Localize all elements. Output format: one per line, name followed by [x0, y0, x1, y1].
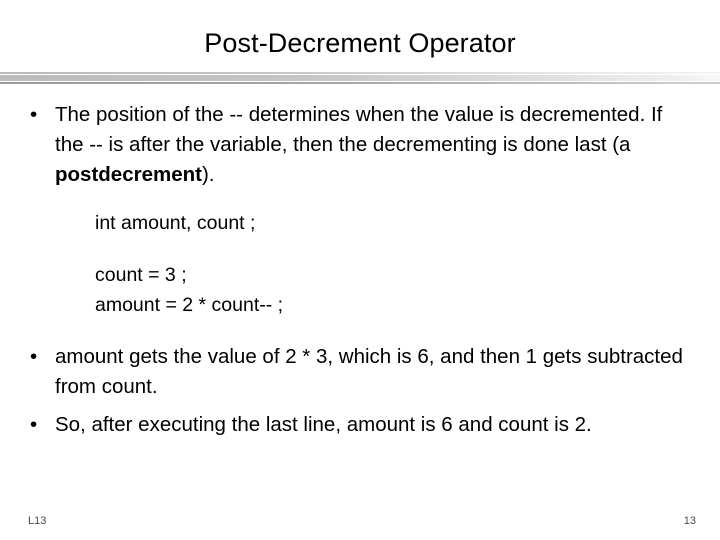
bullet-item-conclusion-text: So, after executing the last line, amoun… [55, 413, 592, 436]
bullet-item-intro-text: The position of the -- determines when t… [55, 100, 684, 190]
footer-page-number: 13 [683, 515, 696, 527]
spacer-after-intro [0, 190, 720, 208]
bullet-item-explanation: • amount gets the value of 2 * 3, which … [0, 342, 720, 402]
code-line-assign-count: count = 3 ; [95, 264, 187, 286]
divider-gradient-band [0, 75, 720, 81]
bullet-marker-icon: • [30, 103, 38, 126]
slide-content: • The position of the -- determines when… [0, 100, 720, 440]
spacer-between-code-blocks [0, 238, 720, 260]
bullet-text-emphasis: postdecrement [55, 163, 202, 186]
slide-title: Post-Decrement Operator [204, 28, 516, 58]
bullet-marker-icon: • [30, 413, 38, 436]
code-line-declaration: int amount, count ; [95, 212, 256, 234]
bullet-item-intro: • The position of the -- determines when… [0, 100, 720, 190]
bullet-marker-icon: • [30, 345, 38, 368]
footer-lecture-label: L13 [28, 515, 47, 527]
code-block-statements: count = 3 ; amount = 2 * count-- ; [95, 260, 720, 320]
bullet-item-conclusion: • So, after executing the last line, amo… [0, 410, 720, 440]
code-line-assign-amount: amount = 2 * count-- ; [95, 294, 284, 316]
divider-shadow-line [0, 82, 720, 84]
spacer-after-code [0, 320, 720, 342]
bullet-item-explanation-text: amount gets the value of 2 * 3, which is… [55, 345, 683, 398]
divider-highlight-line [0, 72, 720, 74]
bullet-text-segment-tail: ). [201, 163, 215, 186]
title-divider [0, 72, 720, 85]
bullet-text-segment-lead: The position of the -- determines when t… [55, 103, 663, 156]
spacer-between-bullets [0, 402, 720, 410]
code-block-declaration: int amount, count ; [95, 208, 720, 238]
